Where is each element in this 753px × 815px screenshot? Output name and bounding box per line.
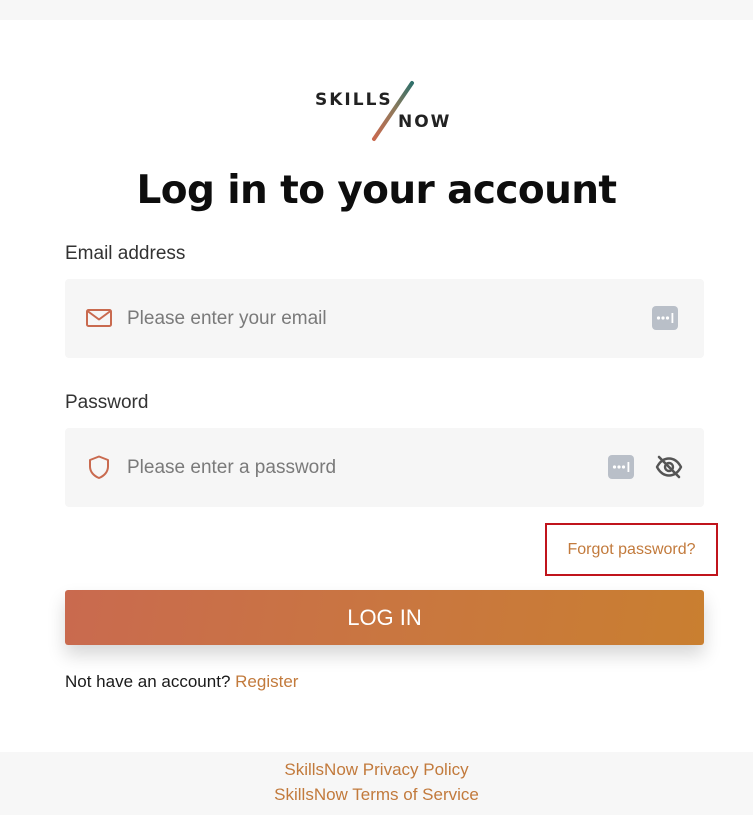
email-input[interactable] [127, 279, 587, 358]
page-title: Log in to your account [136, 168, 618, 213]
privacy-policy-link[interactable]: SkillsNow Privacy Policy [0, 757, 753, 782]
password-manager-icon[interactable] [652, 306, 678, 330]
login-page: SKILLS NOW Log in to your account Email … [0, 0, 753, 815]
mail-icon [86, 309, 112, 327]
email-field[interactable] [65, 279, 704, 358]
terms-of-service-link[interactable]: SkillsNow Terms of Service [0, 782, 753, 807]
eye-off-icon[interactable] [655, 454, 683, 480]
logo-slash-icon [372, 81, 414, 141]
skillsnow-logo: SKILLS NOW [312, 80, 462, 142]
email-label: Email address [65, 243, 186, 264]
register-prompt-text: Not have an account? [65, 672, 231, 691]
top-strip [0, 0, 753, 20]
login-button[interactable]: LOG IN [65, 590, 704, 645]
password-field[interactable] [65, 428, 704, 507]
register-link[interactable]: Register [235, 672, 298, 691]
password-manager-icon[interactable] [608, 455, 634, 479]
shield-icon [89, 455, 109, 479]
footer: SkillsNow Privacy Policy SkillsNow Terms… [0, 752, 753, 815]
forgot-password-link[interactable]: Forgot password? [545, 523, 718, 576]
password-label: Password [65, 392, 149, 413]
register-prompt-line: Not have an account? Register [65, 672, 298, 692]
password-input[interactable] [127, 428, 587, 507]
logo-now-text: NOW [398, 112, 452, 132]
